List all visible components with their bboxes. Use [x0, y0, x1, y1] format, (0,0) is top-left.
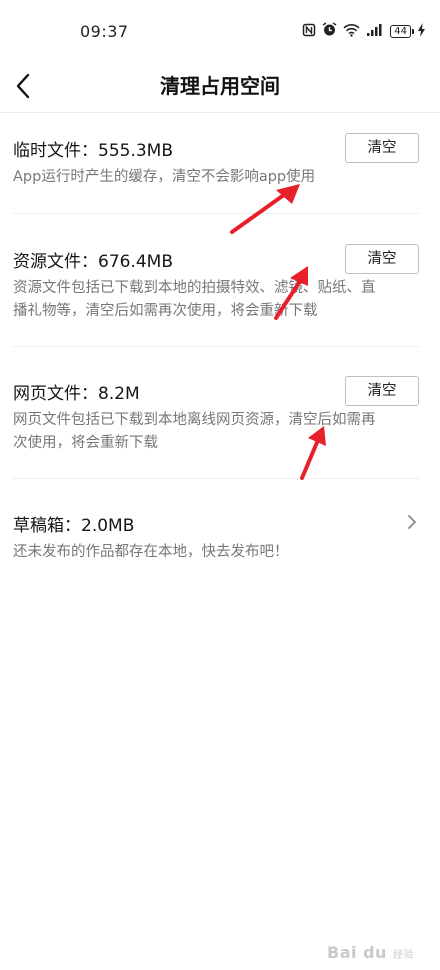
description-line: 还未发布的作品都存在本地，快去发布吧！ — [13, 544, 289, 560]
watermark: Bai du 经验 — [327, 943, 414, 962]
signal-icon — [366, 23, 384, 41]
annotation-arrow-icon — [274, 266, 308, 320]
annotation-arrow-icon — [300, 426, 326, 480]
divider — [13, 346, 419, 347]
temp-files-title: 临时文件：555.3MB — [13, 141, 173, 161]
watermark-suffix: 经验 — [393, 950, 414, 961]
nav-divider — [0, 112, 440, 113]
web-files-description: 网页文件包括已下载到本地离线网页资源，清空后如需再 次使用，将会重新下载 — [13, 409, 421, 455]
wifi-icon — [343, 23, 360, 41]
drafts-section[interactable]: 草稿箱：2.0MB 还未发布的作品都存在本地，快去发布吧！ — [13, 508, 419, 568]
status-time: 09:37 — [80, 22, 129, 41]
watermark-brand: Bai du — [327, 943, 387, 962]
divider — [13, 213, 419, 214]
clear-temp-files-button[interactable]: 清空 — [345, 133, 419, 163]
nav-bar: 清理占用空间 — [0, 62, 440, 112]
nfc-icon — [302, 23, 316, 41]
description-line: App运行时产生的缓存，清空不会影响app使用 — [13, 169, 316, 185]
alarm-icon — [322, 22, 337, 41]
description-line: 播礼物等，清空后如需再次使用，将会重新下载 — [13, 303, 318, 319]
description-line: 资源文件包括已下载到本地的拍摄特效、滤镜、贴纸、直 — [13, 280, 376, 296]
resource-files-description: 资源文件包括已下载到本地的拍摄特效、滤镜、贴纸、直 播礼物等，清空后如需再次使用… — [13, 277, 421, 323]
status-bar: 09:37 44 — [0, 0, 440, 62]
drafts-title: 草稿箱：2.0MB — [13, 516, 135, 536]
charging-icon — [417, 22, 426, 41]
annotation-arrow-icon — [230, 184, 300, 234]
web-files-title: 网页文件：8.2M — [13, 384, 140, 404]
description-line: 次使用，将会重新下载 — [13, 435, 158, 451]
temp-files-description: App运行时产生的缓存，清空不会影响app使用 — [13, 166, 421, 189]
temp-files-section: 临时文件：555.3MB 清空 App运行时产生的缓存，清空不会影响app使用 — [13, 132, 419, 212]
clear-web-files-button[interactable]: 清空 — [345, 376, 419, 406]
chevron-right-icon[interactable] — [405, 513, 419, 531]
page-title: 清理占用空间 — [160, 74, 280, 98]
battery-icon: 44 — [390, 25, 414, 38]
clear-resource-files-button[interactable]: 清空 — [345, 244, 419, 274]
web-files-section: 网页文件：8.2M 清空 网页文件包括已下载到本地离线网页资源，清空后如需再 次… — [13, 376, 419, 466]
status-icons: 44 — [302, 22, 426, 41]
resource-files-section: 资源文件：676.4MB 清空 资源文件包括已下载到本地的拍摄特效、滤镜、贴纸、… — [13, 244, 419, 334]
resource-files-title: 资源文件：676.4MB — [13, 252, 173, 272]
description-line: 网页文件包括已下载到本地离线网页资源，清空后如需再 — [13, 412, 376, 428]
divider — [13, 478, 419, 479]
drafts-description: 还未发布的作品都存在本地，快去发布吧！ — [13, 541, 421, 564]
